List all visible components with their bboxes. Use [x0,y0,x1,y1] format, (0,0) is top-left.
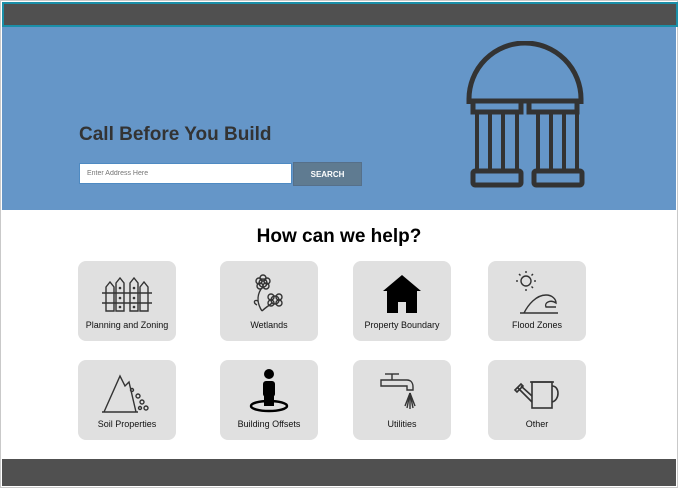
sun-wave-icon [516,271,558,314]
house-icon [383,275,421,313]
card-label: Planning and Zoning [85,320,169,330]
card-property-boundary[interactable]: Property Boundary [353,261,451,341]
help-heading: How can we help? [256,226,422,247]
card-wetlands[interactable]: Wetlands [220,261,318,341]
card-label: Flood Zones [511,320,563,330]
card-label: Soil Properties [97,419,157,429]
address-search-input[interactable] [79,163,292,184]
soil-hill-icon [102,374,149,413]
gazebo-logo-icon [466,41,585,188]
card-planning-and-zoning[interactable]: Planning and Zoning [78,261,176,341]
card-soil-properties[interactable]: Soil Properties [78,360,176,440]
fence-icon [102,276,152,312]
watering-can-icon [513,381,559,409]
card-building-offsets[interactable]: Building Offsets [220,360,318,440]
hero-title: Call Before You Build [79,124,272,145]
card-flood-zones[interactable]: Flood Zones [488,261,586,341]
flowers-icon [253,274,283,312]
footer-bar [2,459,676,486]
card-label: Building Offsets [237,419,301,429]
card-label: Other [525,419,549,429]
person-location-icon [249,369,289,413]
card-label: Utilities [387,419,417,429]
card-label: Wetlands [250,320,288,330]
card-utilities[interactable]: Utilities [353,360,451,440]
card-other[interactable]: Other [488,360,586,440]
hero-banner: Call Before You Build SEARCH [2,27,676,210]
faucet-icon [380,373,416,409]
search-button[interactable]: SEARCH [293,162,362,186]
top-bar [2,2,678,27]
card-label: Property Boundary [364,320,440,330]
